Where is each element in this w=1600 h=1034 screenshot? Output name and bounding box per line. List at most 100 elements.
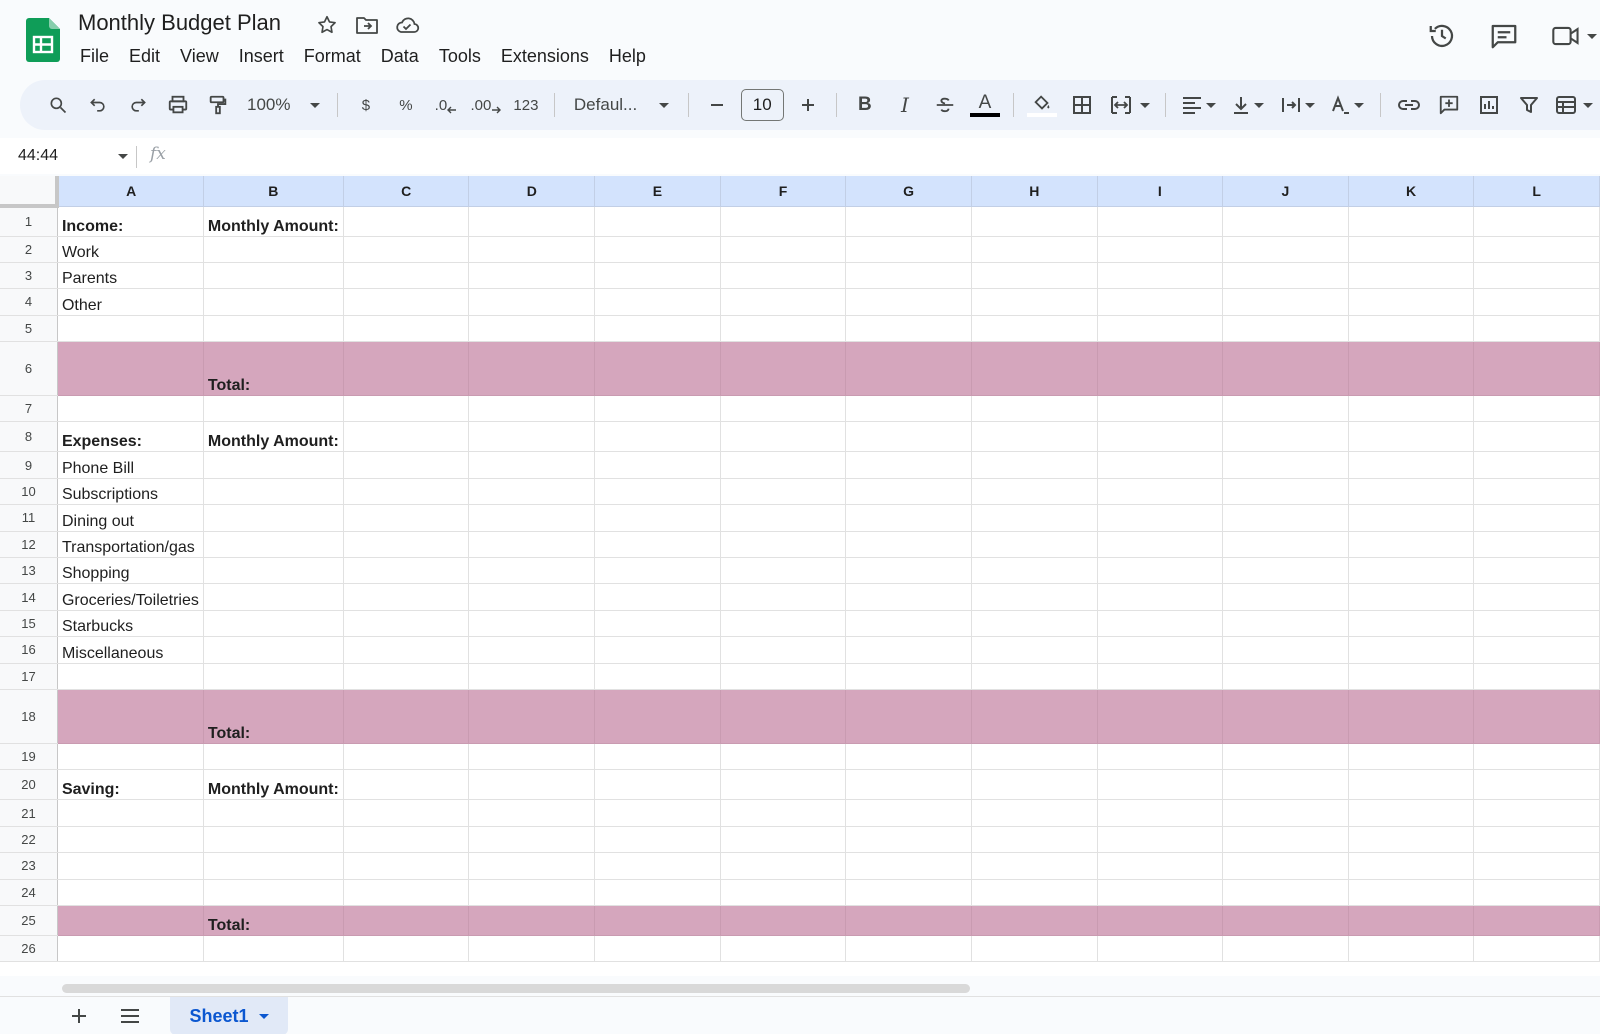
cell-a13[interactable]: Shopping	[57, 557, 204, 585]
cell-h22[interactable]	[971, 826, 1098, 854]
cell-l20[interactable]	[1473, 769, 1600, 801]
cell-c20[interactable]	[343, 769, 470, 801]
cell-f8[interactable]	[720, 421, 847, 453]
cell-f20[interactable]	[720, 769, 847, 801]
text-rotation-icon[interactable]	[1325, 87, 1368, 123]
cell-b12[interactable]	[203, 531, 344, 559]
cell-c12[interactable]	[343, 531, 470, 559]
cell-b14[interactable]	[203, 583, 344, 611]
cell-j16[interactable]	[1222, 636, 1349, 664]
cell-k24[interactable]	[1348, 879, 1475, 906]
cell-k3[interactable]	[1348, 262, 1475, 290]
row-header[interactable]: 6	[0, 341, 58, 397]
redo-icon[interactable]	[121, 87, 155, 123]
cell-k8[interactable]	[1348, 421, 1475, 453]
column-header-i[interactable]: I	[1097, 176, 1224, 207]
cell-i21[interactable]	[1097, 799, 1224, 827]
cell-h18[interactable]	[971, 689, 1098, 744]
cell-a18[interactable]	[57, 689, 204, 744]
cell-c22[interactable]	[343, 826, 470, 854]
all-sheets-menu-icon[interactable]	[116, 1003, 144, 1029]
cell-h15[interactable]	[971, 610, 1098, 638]
cell-l21[interactable]	[1473, 799, 1600, 827]
cell-d23[interactable]	[468, 852, 596, 880]
cell-j24[interactable]	[1222, 879, 1349, 906]
cell-e14[interactable]	[594, 583, 721, 611]
cell-h2[interactable]	[971, 236, 1098, 263]
cell-a23[interactable]	[57, 852, 204, 880]
cloud-saved-icon[interactable]	[394, 12, 420, 38]
cell-c19[interactable]	[343, 743, 470, 771]
cell-k12[interactable]	[1348, 531, 1475, 559]
cell-j9[interactable]	[1222, 451, 1349, 479]
format-percent-button[interactable]: %	[389, 87, 423, 123]
cell-f16[interactable]	[720, 636, 847, 664]
cell-k2[interactable]	[1348, 236, 1475, 263]
column-header-c[interactable]: C	[343, 176, 470, 207]
cell-k20[interactable]	[1348, 769, 1475, 801]
paint-format-icon[interactable]	[201, 87, 235, 123]
cell-a2[interactable]: Work	[57, 236, 204, 263]
cell-h13[interactable]	[971, 557, 1098, 585]
cell-i16[interactable]	[1097, 636, 1224, 664]
column-header-j[interactable]: J	[1222, 176, 1349, 207]
cell-f1[interactable]	[720, 206, 847, 237]
font-select[interactable]: Defaul...	[566, 87, 677, 123]
cell-b23[interactable]	[203, 852, 344, 880]
cell-c17[interactable]	[343, 663, 470, 690]
cell-l25[interactable]	[1473, 905, 1600, 936]
cell-f18[interactable]	[720, 689, 847, 744]
cell-g1[interactable]	[845, 206, 972, 237]
cell-e23[interactable]	[594, 852, 721, 880]
cell-c23[interactable]	[343, 852, 470, 880]
cell-l22[interactable]	[1473, 826, 1600, 854]
cell-l17[interactable]	[1473, 663, 1600, 690]
cell-k1[interactable]	[1348, 206, 1475, 237]
cell-i1[interactable]	[1097, 206, 1224, 237]
column-header-f[interactable]: F	[720, 176, 847, 207]
cell-a17[interactable]	[57, 663, 204, 690]
cell-e15[interactable]	[594, 610, 721, 638]
cell-g4[interactable]	[845, 288, 972, 316]
cell-j14[interactable]	[1222, 583, 1349, 611]
meet-dropdown-icon[interactable]	[1587, 33, 1597, 39]
row-header[interactable]: 9	[0, 451, 58, 479]
cell-h1[interactable]	[971, 206, 1098, 237]
cell-d11[interactable]	[468, 504, 596, 532]
cell-l19[interactable]	[1473, 743, 1600, 771]
cell-h20[interactable]	[971, 769, 1098, 801]
row-header[interactable]: 10	[0, 478, 58, 506]
cell-j1[interactable]	[1222, 206, 1349, 237]
cell-e19[interactable]	[594, 743, 721, 771]
cell-d22[interactable]	[468, 826, 596, 854]
cell-g18[interactable]	[845, 689, 972, 744]
cell-b7[interactable]	[203, 395, 344, 423]
row-header[interactable]: 22	[0, 826, 58, 854]
cell-b9[interactable]	[203, 451, 344, 479]
cell-b1[interactable]: Monthly Amount:	[203, 206, 344, 237]
cell-b10[interactable]	[203, 478, 344, 506]
cell-e7[interactable]	[594, 395, 721, 423]
cell-e5[interactable]	[594, 315, 721, 343]
cell-k10[interactable]	[1348, 478, 1475, 506]
column-header-e[interactable]: E	[594, 176, 721, 207]
move-folder-icon[interactable]	[354, 12, 380, 38]
cell-j8[interactable]	[1222, 421, 1349, 453]
cell-f15[interactable]	[720, 610, 847, 638]
zoom-select[interactable]: 100%	[241, 87, 326, 123]
row-header[interactable]: 24	[0, 879, 58, 906]
cell-l10[interactable]	[1473, 478, 1600, 506]
cell-g7[interactable]	[845, 395, 972, 423]
cell-d18[interactable]	[468, 689, 596, 744]
cell-i15[interactable]	[1097, 610, 1224, 638]
cell-b18[interactable]: Total:	[203, 689, 344, 744]
cell-f14[interactable]	[720, 583, 847, 611]
menu-extensions[interactable]: Extensions	[491, 44, 599, 70]
cell-f4[interactable]	[720, 288, 847, 316]
cell-i23[interactable]	[1097, 852, 1224, 880]
sheets-logo-icon[interactable]	[26, 18, 60, 62]
cell-b4[interactable]	[203, 288, 344, 316]
cell-j21[interactable]	[1222, 799, 1349, 827]
cell-i6[interactable]	[1097, 341, 1224, 397]
cell-j17[interactable]	[1222, 663, 1349, 690]
